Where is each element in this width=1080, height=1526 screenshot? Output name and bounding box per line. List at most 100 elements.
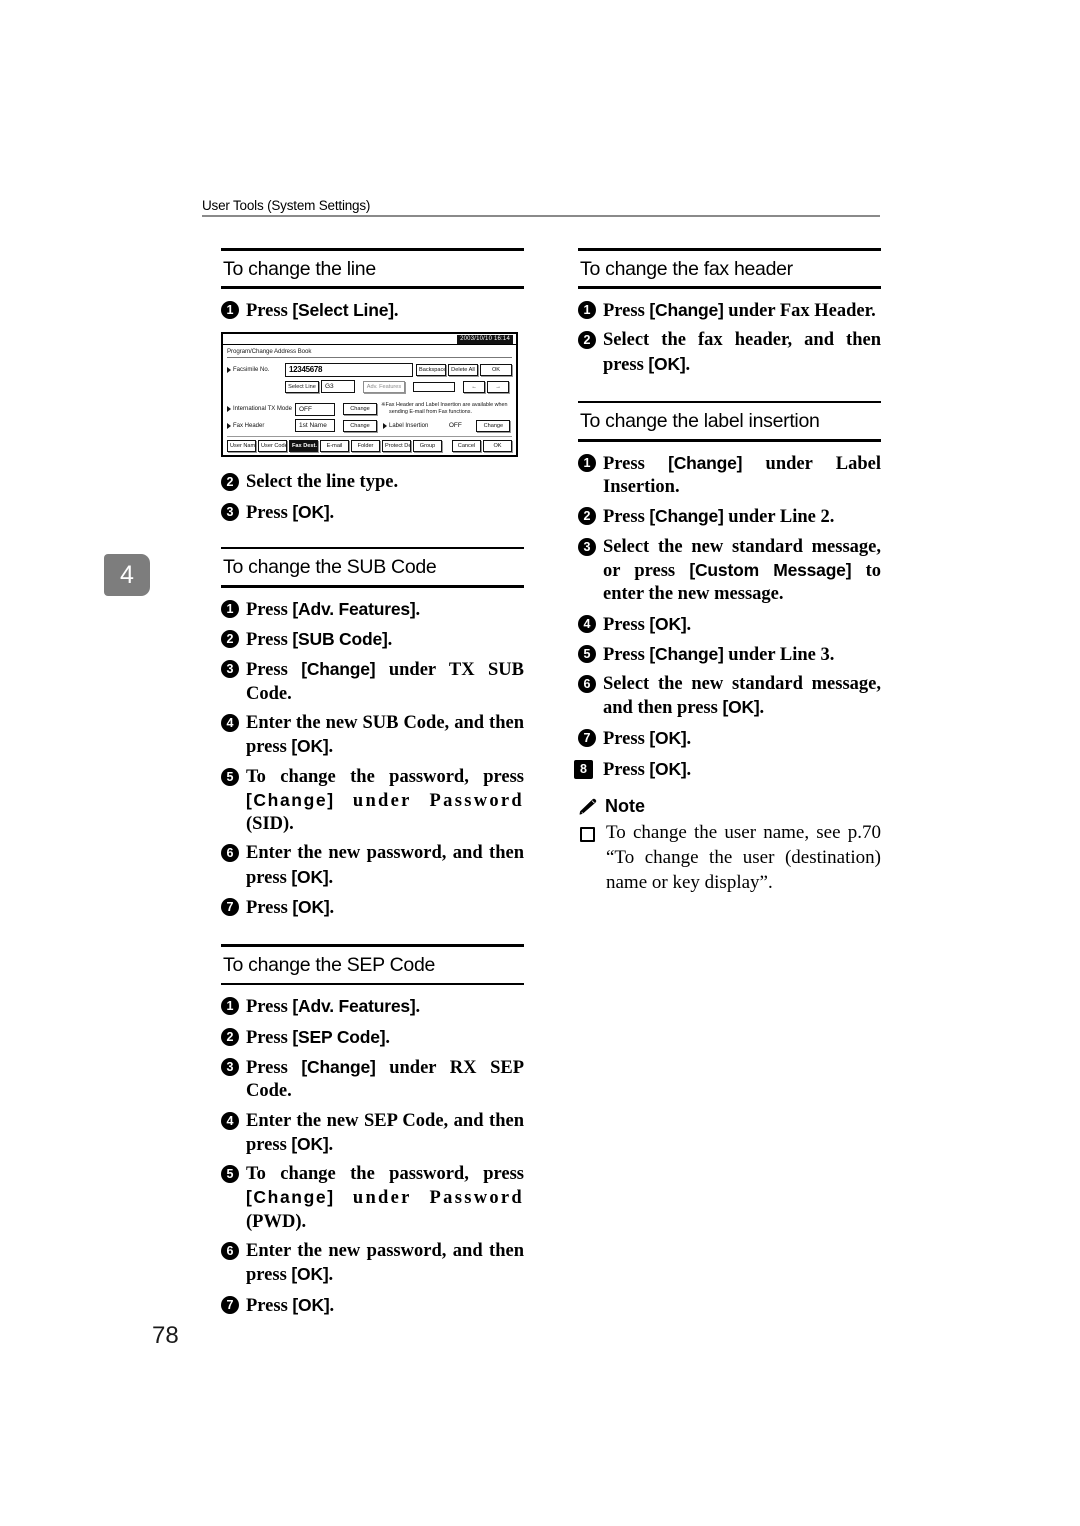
lcd-backspace-button[interactable]: Backspace xyxy=(416,364,446,377)
step-item: 3 Select the new standard message, or pre… xyxy=(578,536,881,607)
step-text: under Line 2. xyxy=(723,507,835,528)
step-list: 1 Press [Adv. Features]. 2 Press [SEP Code]… xyxy=(221,995,524,1318)
step-text: . xyxy=(328,1134,334,1155)
lcd-select-line-button[interactable]: Select Line xyxy=(285,380,319,393)
step-text: Press xyxy=(603,728,650,749)
step-number: 2 xyxy=(578,507,596,526)
step-item: 2 Press [SEP Code]. xyxy=(221,1026,524,1050)
step-text: . xyxy=(415,599,421,620)
step-text: Press xyxy=(603,300,650,321)
step-number: 4 xyxy=(221,1111,239,1130)
lcd-ok-button[interactable]: OK xyxy=(483,440,512,453)
chapter-tab: 4 xyxy=(104,554,150,596)
lcd-tab-protect-dest[interactable]: Protect Dest. xyxy=(382,440,411,453)
ui-key-label: [Change] xyxy=(649,506,724,527)
step-list: 1 Press [Change] under Label Insertion. 2 P… xyxy=(578,452,881,751)
lcd-adv-features-button[interactable]: Adv. Features xyxy=(363,380,405,393)
step-text: under Password xyxy=(334,1188,524,1209)
step-item: 3 Press [OK]. xyxy=(221,501,524,525)
lcd-cancel-button[interactable]: Cancel xyxy=(452,440,481,453)
ui-key-label: [OK] xyxy=(291,736,329,757)
step-item: 7 Press [OK]. xyxy=(221,896,524,920)
lcd-facsimile-input[interactable]: 12345678 xyxy=(285,363,413,378)
step-list: 1 Press [Adv. Features]. 2 Press [SUB Code]… xyxy=(221,598,524,921)
step-item: 7 Press [OK]. xyxy=(578,727,881,751)
step-item: 2 Press [SUB Code]. xyxy=(221,628,524,652)
lcd-facsimile-label: Facsimile No. xyxy=(227,367,285,374)
lcd-tab-bar: User Name User Code Fax Dest. E-mail Folder P… xyxy=(227,436,512,453)
step-number: 7 xyxy=(221,1295,239,1314)
step-list: 1 Press [Change] under Fax Header. 2 Select… xyxy=(578,299,881,377)
step-text: . xyxy=(328,737,334,758)
step-text: . xyxy=(686,728,692,749)
note-heading: Note xyxy=(578,796,881,817)
section-rule-bottom xyxy=(221,286,524,289)
lcd-tab-user-code[interactable]: User Code xyxy=(258,440,287,453)
right-column: To change the fax header 1 Press [Change]… xyxy=(574,248,881,895)
lcd-tab-e-mail[interactable]: E-mail xyxy=(320,440,349,453)
section-title: To change the fax header xyxy=(580,257,793,280)
step-item: 5 Press [Change] under Line 3. xyxy=(578,643,881,667)
running-header-text: User Tools (System Settings) xyxy=(202,198,371,213)
section-rule-bottom xyxy=(221,585,524,588)
step-text: . xyxy=(328,867,334,888)
lcd-ok-button-top[interactable]: OK xyxy=(480,364,512,377)
lcd-label-insertion-value: OFF xyxy=(438,420,473,432)
step-text: . xyxy=(393,300,399,321)
step-text: Press xyxy=(603,644,650,665)
step-number: 1 xyxy=(221,997,239,1016)
ui-key-label: [OK] xyxy=(292,501,330,522)
lcd-tone-button[interactable]: → xyxy=(487,380,509,393)
ui-key-label: [OK] xyxy=(292,897,330,918)
running-header: User Tools (System Settings) xyxy=(202,198,880,217)
note-item: To change the user name, see p.70 “To ch… xyxy=(578,821,881,895)
lcd-tab-user-name[interactable]: User Name xyxy=(227,440,256,453)
ui-key-label: [Adv. Features] xyxy=(292,996,416,1017)
section-title: To change the line xyxy=(223,257,376,280)
step-text: . xyxy=(329,898,335,919)
lcd-intl-tx-value: OFF xyxy=(295,402,335,416)
ui-key-label: [Adv. Features] xyxy=(292,598,416,619)
lcd-delete-all-button[interactable]: Delete All xyxy=(448,364,478,377)
running-header-rule xyxy=(202,215,880,217)
ui-key-label: [OK] xyxy=(291,866,329,887)
step-number: 3 xyxy=(221,1057,239,1076)
ui-key-label: [Change] xyxy=(301,1056,376,1077)
lcd-tab-group[interactable]: Group xyxy=(413,440,442,453)
lcd-tab-fax-dest[interactable]: Fax Dest. xyxy=(289,440,318,453)
lcd-status-bar: 2003/10/10 16:14 xyxy=(223,334,516,345)
step-item: 1 Press [Change] under Label Insertion. xyxy=(578,452,881,500)
lcd-tab-folder[interactable]: Folder xyxy=(351,440,380,453)
lcd-label-insertion-change-button[interactable]: Change xyxy=(476,419,511,432)
step-item: 4 Enter the new SEP Code, and then press … xyxy=(221,1110,524,1158)
step-text: . xyxy=(686,760,692,781)
lcd-fax-header-change-button[interactable]: Change xyxy=(343,419,377,432)
lcd-clock: 2003/10/10 16:14 xyxy=(457,334,513,344)
ui-key-label: [Custom Message] xyxy=(689,559,852,580)
lcd-fax-header-value: 1st Name xyxy=(295,419,335,433)
step-number: 8 xyxy=(574,760,593,780)
step-item: 7 Press [OK]. xyxy=(221,1294,524,1318)
step-text: To change the password, press xyxy=(246,766,524,787)
step-number: 5 xyxy=(221,767,239,786)
lcd-intl-tx-change-button[interactable]: Change xyxy=(343,403,377,416)
step-text: . xyxy=(329,502,335,523)
ui-key-label: [OK] xyxy=(291,1133,329,1154)
step-text: . xyxy=(387,630,393,651)
section-title: To change the SUB Code xyxy=(223,556,437,579)
step-number: 2 xyxy=(221,630,239,649)
lcd-fax-header-label: Fax Header xyxy=(227,422,295,429)
ui-key-label: [OK] xyxy=(648,353,686,374)
step-text: Press xyxy=(246,660,302,681)
lcd-pause-button[interactable]: ← xyxy=(463,380,485,393)
ui-key-label: [OK] xyxy=(649,613,687,634)
lcd-label-insertion-label: Label Insertion xyxy=(383,422,428,429)
lcd-panel-figure: 2003/10/10 16:14 Program/Change Address … xyxy=(221,332,518,458)
section-change-fax-header: To change the fax header 1 Press [Change]… xyxy=(578,248,881,377)
step-number: 4 xyxy=(221,713,239,732)
ui-key-label: [OK] xyxy=(722,697,760,718)
lcd-intl-tx-label: International TX Mode xyxy=(227,406,295,413)
step-text: . xyxy=(759,698,765,719)
step-item: 1 Press [Change] under Fax Header. xyxy=(578,299,881,323)
step-item: 1 Press [Adv. Features]. xyxy=(221,598,524,622)
